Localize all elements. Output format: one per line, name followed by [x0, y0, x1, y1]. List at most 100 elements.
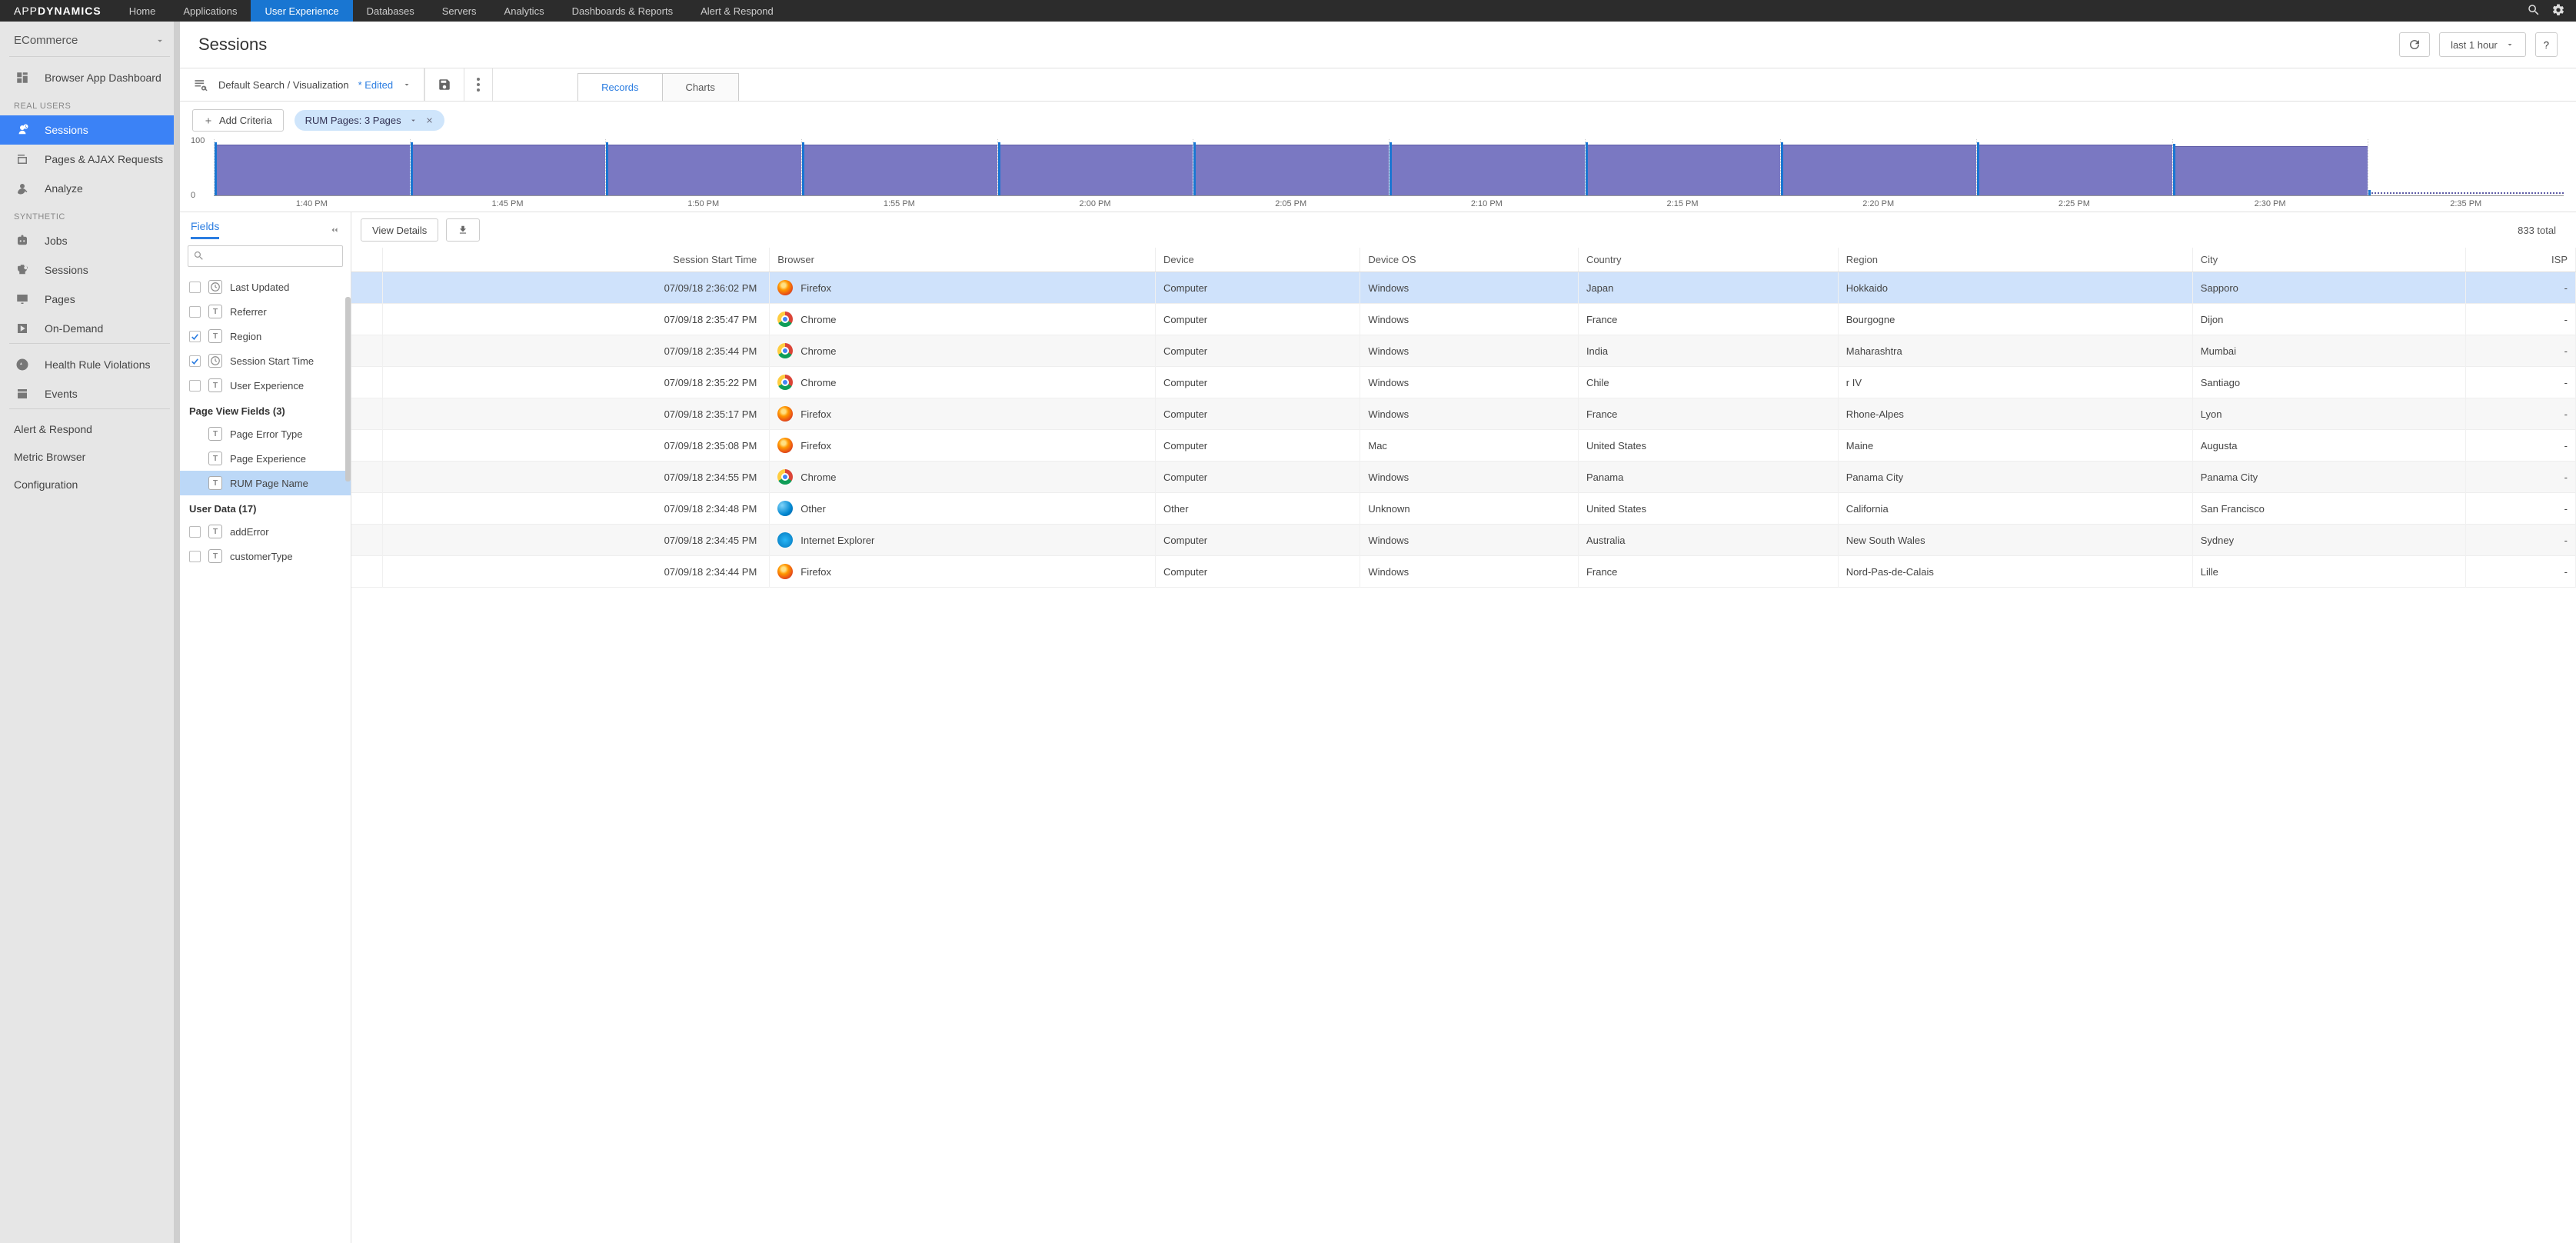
collapse-icon[interactable] — [329, 225, 340, 235]
time-range-selector[interactable]: last 1 hour — [2439, 32, 2526, 57]
x-tick: 1:45 PM — [410, 196, 606, 208]
sessions-table-wrap: Session Start TimeBrowserDeviceDevice OS… — [351, 248, 2576, 1243]
cell-browser: Chrome — [770, 462, 1156, 493]
cell-browser: Firefox — [770, 430, 1156, 462]
gear-icon[interactable] — [2551, 3, 2565, 19]
cell-device: Computer — [1156, 430, 1360, 462]
close-icon[interactable] — [425, 116, 434, 125]
topnav-item-dashboards-reports[interactable]: Dashboards & Reports — [558, 0, 687, 22]
col-blank[interactable] — [351, 248, 382, 272]
fields-search-input[interactable] — [188, 245, 343, 267]
col-device-os[interactable]: Device OS — [1360, 248, 1579, 272]
download-button[interactable] — [446, 218, 480, 242]
field-item-session-start-time[interactable]: Session Start Time — [180, 348, 351, 373]
cell-region: Bourgogne — [1838, 304, 2192, 335]
checkbox[interactable] — [189, 282, 201, 293]
brand-part1: APP — [14, 5, 38, 17]
topnav-item-servers[interactable]: Servers — [428, 0, 491, 22]
topnav-item-user-experience[interactable]: User Experience — [251, 0, 352, 22]
field-item-user-experience[interactable]: TUser Experience — [180, 373, 351, 398]
fields-tab[interactable]: Fields — [191, 220, 219, 239]
table-row[interactable]: 07/09/18 2:35:44 PMChromeComputerWindows… — [351, 335, 2576, 367]
table-row[interactable]: 07/09/18 2:34:44 PMFirefoxComputerWindow… — [351, 556, 2576, 588]
cell-isp: - — [2465, 556, 2575, 588]
cell-region: Maine — [1838, 430, 2192, 462]
topnav-item-analytics[interactable]: Analytics — [491, 0, 558, 22]
timeline-chart[interactable]: 100 0 1:40 PM1:45 PM1:50 PM1:55 PM2:00 P… — [180, 139, 2576, 212]
sidebar-item-sessions[interactable]: Sessions — [0, 255, 179, 285]
sidebar-item-pages-ajax-requests[interactable]: Pages & AJAX Requests — [0, 145, 179, 174]
checkbox[interactable] — [189, 355, 201, 367]
total-count: 833 total — [2518, 225, 2567, 236]
topnav-item-applications[interactable]: Applications — [169, 0, 251, 22]
scrollbar[interactable] — [174, 22, 179, 1243]
table-row[interactable]: 07/09/18 2:35:08 PMFirefoxComputerMacUni… — [351, 430, 2576, 462]
checkbox[interactable] — [189, 306, 201, 318]
sidebar-item-browser-app-dashboard[interactable]: Browser App Dashboard — [0, 63, 179, 92]
topnav-item-home[interactable]: Home — [115, 0, 170, 22]
col-device[interactable]: Device — [1156, 248, 1360, 272]
cell-isp: - — [2465, 525, 2575, 556]
table-row[interactable]: 07/09/18 2:34:48 PMOtherOtherUnknownUnit… — [351, 493, 2576, 525]
table-row[interactable]: 07/09/18 2:34:55 PMChromeComputerWindows… — [351, 462, 2576, 493]
checkbox[interactable] — [189, 380, 201, 392]
table-row[interactable]: 07/09/18 2:35:17 PMFirefoxComputerWindow… — [351, 398, 2576, 430]
sidebar-app-selector[interactable]: ECommerce — [0, 22, 179, 56]
filter-chip-rum-pages[interactable]: RUM Pages: 3 Pages — [295, 110, 444, 131]
scrollbar[interactable] — [345, 297, 351, 482]
sidebar-item-on-demand[interactable]: On-Demand — [0, 314, 179, 343]
field-item-customertype[interactable]: TcustomerType — [180, 544, 351, 568]
add-criteria-button[interactable]: Add Criteria — [192, 109, 284, 132]
sidebar-item-sessions[interactable]: Sessions — [0, 115, 179, 145]
col-country[interactable]: Country — [1578, 248, 1838, 272]
view-details-button[interactable]: View Details — [361, 218, 438, 242]
table-row[interactable]: 07/09/18 2:35:22 PMChromeComputerWindows… — [351, 367, 2576, 398]
field-item-adderror[interactable]: TaddError — [180, 519, 351, 544]
col-isp[interactable]: ISP — [2465, 248, 2575, 272]
col-city[interactable]: City — [2192, 248, 2465, 272]
field-item-page-error-type[interactable]: TPage Error Type — [180, 422, 351, 446]
field-item-referrer[interactable]: TReferrer — [180, 299, 351, 324]
checkbox[interactable] — [189, 551, 201, 562]
chrome-icon — [777, 343, 793, 358]
field-item-region[interactable]: TRegion — [180, 324, 351, 348]
checkbox[interactable] — [189, 331, 201, 342]
field-item-rum-page-name[interactable]: TRUM Page Name — [180, 471, 351, 495]
col-session-start-time[interactable]: Session Start Time — [382, 248, 770, 272]
sidebar-item-label: Sessions — [45, 124, 88, 136]
criteria-row: Add Criteria RUM Pages: 3 Pages — [180, 102, 2576, 139]
topnav-item-alert-respond[interactable]: Alert & Respond — [687, 0, 787, 22]
table-row[interactable]: 07/09/18 2:35:47 PMChromeComputerWindows… — [351, 304, 2576, 335]
sidebar-item-pages[interactable]: Pages — [0, 285, 179, 314]
cell-device: Other — [1156, 493, 1360, 525]
sidebar-item-analyze[interactable]: Analyze — [0, 174, 179, 203]
cell-country: Japan — [1578, 272, 1838, 304]
sidebar-item-jobs[interactable]: Jobs — [0, 226, 179, 255]
tab-charts[interactable]: Charts — [663, 73, 739, 101]
col-browser[interactable]: Browser — [770, 248, 1156, 272]
cell-country: Australia — [1578, 525, 1838, 556]
table-row[interactable]: 07/09/18 2:36:02 PMFirefoxComputerWindow… — [351, 272, 2576, 304]
field-item-page-experience[interactable]: TPage Experience — [180, 446, 351, 471]
sidebar-footer-alert-respond[interactable]: Alert & Respond — [0, 415, 179, 443]
save-button[interactable] — [424, 68, 464, 101]
data-area: View Details 833 total Session Start Tim… — [351, 212, 2576, 1243]
chevron-down-icon[interactable] — [409, 116, 418, 125]
sidebar-item-events[interactable]: Events — [0, 379, 179, 408]
refresh-button[interactable] — [2399, 32, 2430, 57]
topnav-item-databases[interactable]: Databases — [353, 0, 428, 22]
field-item-last-updated[interactable]: Last Updated — [180, 275, 351, 299]
help-button[interactable]: ? — [2535, 32, 2558, 57]
more-menu-button[interactable] — [464, 68, 493, 101]
search-selector[interactable]: Default Search / Visualization * Edited — [180, 68, 424, 101]
sidebar-item-health-rule-violations[interactable]: Health Rule Violations — [0, 350, 179, 379]
checkbox[interactable] — [189, 526, 201, 538]
sidebar-footer-configuration[interactable]: Configuration — [0, 471, 179, 498]
tab-records[interactable]: Records — [577, 73, 662, 101]
cell-device: Computer — [1156, 335, 1360, 367]
table-row[interactable]: 07/09/18 2:34:45 PMInternet ExplorerComp… — [351, 525, 2576, 556]
cell-start: 07/09/18 2:35:08 PM — [382, 430, 770, 462]
search-icon[interactable] — [2527, 3, 2541, 19]
col-region[interactable]: Region — [1838, 248, 2192, 272]
sidebar-footer-metric-browser[interactable]: Metric Browser — [0, 443, 179, 471]
